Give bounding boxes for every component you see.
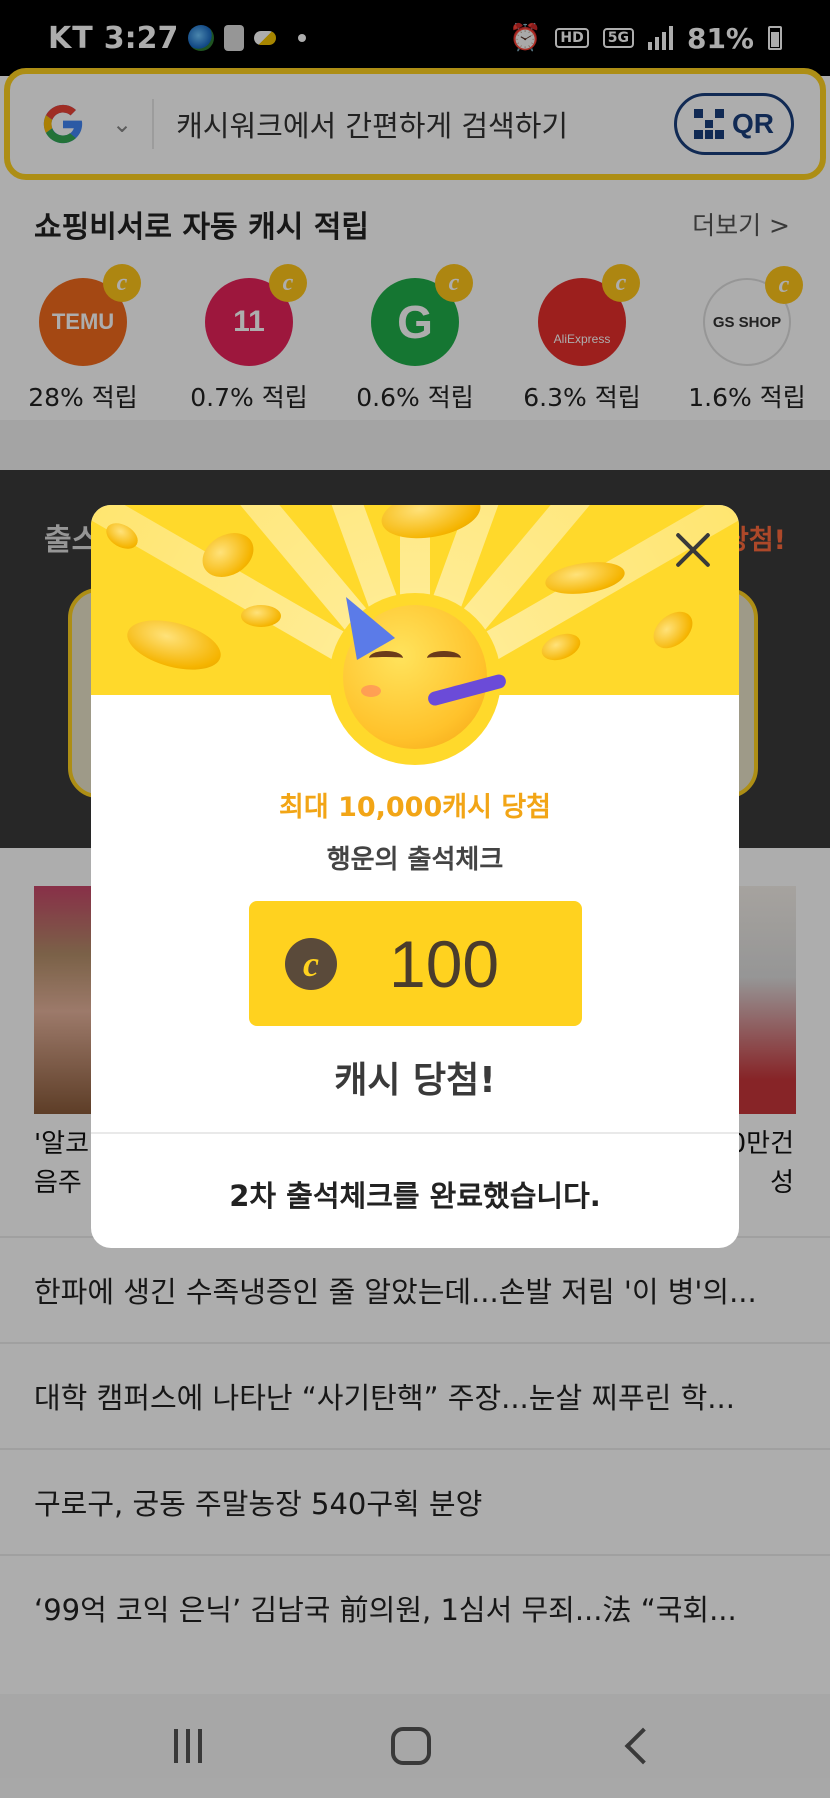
prize-amount: 100 <box>389 926 500 1001</box>
modal-promo: 최대 10,000캐시 당첨 <box>278 792 552 823</box>
cash-coin-icon: c <box>285 937 337 990</box>
modal-result: 캐시 당첨! <box>334 1060 496 1101</box>
coin-decoration <box>646 604 700 656</box>
coin-decoration <box>538 628 584 666</box>
modal-subtitle: 행운의 출석체크 <box>326 845 504 875</box>
attendance-result-modal: 최대 10,000캐시 당첨 행운의 출석체크 c 100 캐시 당첨! 2차 … <box>91 505 739 1248</box>
modal-footer-message: 2차 출석체크를 완료했습니다. <box>229 1179 601 1213</box>
coin-decoration <box>121 611 227 679</box>
coin-decoration <box>241 605 281 627</box>
modal-divider <box>91 1132 739 1134</box>
close-icon[interactable] <box>673 529 713 569</box>
prize-box: c 100 <box>249 901 582 1026</box>
